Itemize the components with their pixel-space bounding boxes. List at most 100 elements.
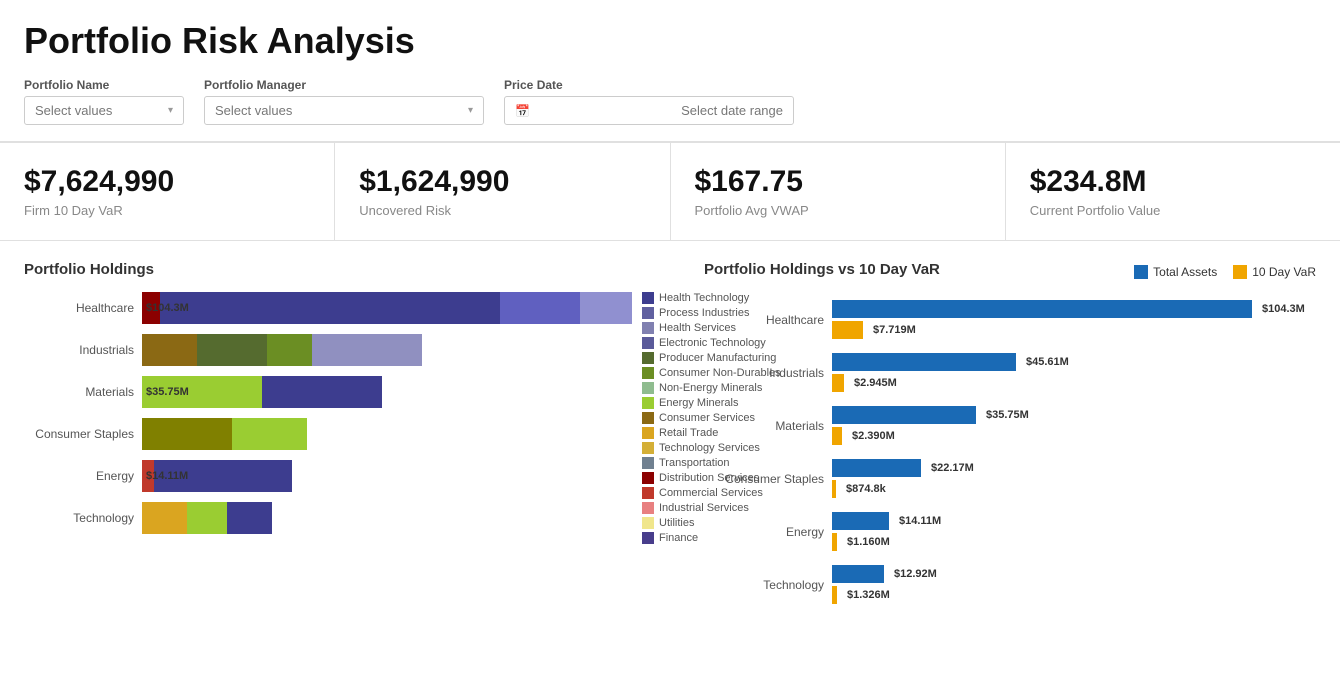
var-bar-value: $35.75M (986, 409, 1029, 421)
price-date-select[interactable]: 📅 Select date range (504, 96, 794, 125)
bar-segments (142, 502, 272, 534)
legend-dot (642, 457, 654, 469)
var-bar-value: $874.8k (846, 483, 886, 495)
var-bars: $104.3M $7.719M (832, 300, 1316, 339)
holdings-title: Portfolio Holdings (24, 261, 684, 278)
bar-track (142, 334, 632, 366)
var-bar-wrap: $2.945M (832, 374, 1316, 392)
legend-dot (642, 367, 654, 379)
bar-track (142, 418, 632, 450)
filters-row: Portfolio Name Select values ▾ Portfolio… (24, 78, 1316, 125)
bar-segment (197, 334, 267, 366)
var-label: Energy (704, 525, 824, 539)
kpi-label: Uncovered Risk (359, 203, 645, 218)
var-bars: $45.61M $2.945M (832, 353, 1316, 392)
price-date-label: Price Date (504, 78, 794, 92)
var-legend-label: 10 Day VaR (1252, 265, 1316, 279)
var-bar-wrap: $35.75M (832, 406, 1316, 424)
portfolio-manager-caret-icon: ▾ (468, 105, 473, 116)
legend-dot (642, 352, 654, 364)
bar-value-label: $104.3M (146, 302, 189, 314)
var-bar-wrap: $874.8k (832, 480, 1316, 498)
var-legend: Total Assets 10 Day VaR (1134, 265, 1316, 279)
bar-segments (142, 334, 422, 366)
kpi-card: $1,624,990 Uncovered Risk (335, 143, 670, 240)
var-bar (832, 374, 844, 392)
var-legend-dot (1134, 265, 1148, 279)
kpi-value: $167.75 (695, 165, 981, 199)
portfolio-manager-select[interactable]: Select values ▾ (204, 96, 484, 125)
var-bar (832, 480, 836, 498)
var-legend-dot (1233, 265, 1247, 279)
kpi-row: $7,624,990 Firm 10 Day VaR $1,624,990 Un… (0, 142, 1340, 241)
legend-dot (642, 322, 654, 334)
legend-dot (642, 382, 654, 394)
bar-segment (262, 376, 382, 408)
var-bar-value: $1.326M (847, 589, 890, 601)
bar-segment (580, 292, 632, 324)
var-bar-wrap: $14.11M (832, 512, 1316, 530)
price-date-value: Select date range (681, 103, 783, 118)
portfolio-manager-label: Portfolio Manager (204, 78, 484, 92)
bar-value-label: $35.75M (146, 386, 189, 398)
legend-dot (642, 502, 654, 514)
legend-dot (642, 337, 654, 349)
bar-row: Energy $14.11M (24, 460, 632, 492)
var-row: Technology $12.92M $1.326M (704, 565, 1316, 604)
page-container: Portfolio Risk Analysis Portfolio Name S… (0, 0, 1340, 680)
bar-segment (227, 502, 272, 534)
bar-segments (142, 418, 307, 450)
charts-section: Portfolio Holdings Healthcare $104.3M In… (24, 261, 1316, 604)
bar-row: Healthcare $104.3M (24, 292, 632, 324)
var-label: Technology (704, 578, 824, 592)
page-title: Portfolio Risk Analysis (24, 20, 1316, 62)
var-bar-wrap: $12.92M (832, 565, 1316, 583)
var-row: Materials $35.75M $2.390M (704, 406, 1316, 445)
kpi-label: Current Portfolio Value (1030, 203, 1316, 218)
holdings-chart: Healthcare $104.3M Industrials Materials… (24, 292, 632, 544)
kpi-label: Firm 10 Day VaR (24, 203, 310, 218)
var-bars: $22.17M $874.8k (832, 459, 1316, 498)
var-bar-value: $12.92M (894, 568, 937, 580)
kpi-label: Portfolio Avg VWAP (695, 203, 981, 218)
legend-dot (642, 292, 654, 304)
legend-dot (642, 487, 654, 499)
price-date-filter: Price Date 📅 Select date range (504, 78, 794, 125)
bar-track: $35.75M (142, 376, 632, 408)
kpi-value: $234.8M (1030, 165, 1316, 199)
bar-track (142, 502, 632, 534)
var-bar-value: $14.11M (899, 515, 941, 527)
portfolio-name-select[interactable]: Select values ▾ (24, 96, 184, 125)
var-bar (832, 300, 1252, 318)
bar-row: Technology (24, 502, 632, 534)
var-bar-wrap: $22.17M (832, 459, 1316, 477)
legend-dot (642, 532, 654, 544)
var-bar-value: $45.61M (1026, 356, 1069, 368)
var-bar-wrap: $1.326M (832, 586, 1316, 604)
var-legend-item: Total Assets (1134, 265, 1217, 279)
kpi-card: $7,624,990 Firm 10 Day VaR (0, 143, 335, 240)
bar-track: $14.11M (142, 460, 632, 492)
var-bar (832, 586, 837, 604)
var-bar-wrap: $1.160M (832, 533, 1316, 551)
kpi-value: $7,624,990 (24, 165, 310, 199)
var-bar (832, 459, 921, 477)
var-bar (832, 512, 889, 530)
var-bars: $14.11M $1.160M (832, 512, 1316, 551)
var-bar (832, 321, 863, 339)
portfolio-name-filter: Portfolio Name Select values ▾ (24, 78, 184, 125)
bar-label: Industrials (24, 343, 134, 357)
kpi-card: $167.75 Portfolio Avg VWAP (671, 143, 1006, 240)
bar-label: Consumer Staples (24, 427, 134, 441)
var-bar-value: $22.17M (931, 462, 974, 474)
bar-segment (142, 334, 197, 366)
var-bars: $35.75M $2.390M (832, 406, 1316, 445)
var-bars: $12.92M $1.326M (832, 565, 1316, 604)
bar-track: $104.3M (142, 292, 632, 324)
var-bar-value: $7.719M (873, 324, 916, 336)
bar-segment (267, 334, 312, 366)
bar-label: Healthcare (24, 301, 134, 315)
var-row: Consumer Staples $22.17M $874.8k (704, 459, 1316, 498)
kpi-value: $1,624,990 (359, 165, 645, 199)
var-bar-value: $2.390M (852, 430, 895, 442)
